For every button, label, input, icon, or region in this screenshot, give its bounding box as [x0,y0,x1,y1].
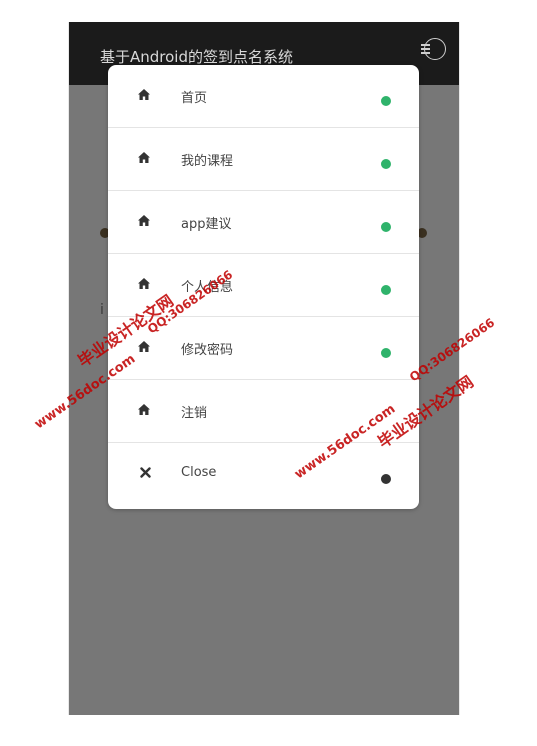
status-dot [381,348,391,358]
home-icon [138,152,152,166]
home-icon [138,215,152,229]
navigation-menu-dialog: 首页 我的课程 app建议 个人信息 修改密码 注销 Close [108,65,419,509]
menu-item-label: 首页 [181,91,208,106]
status-dot [381,222,391,232]
home-icon [138,89,152,103]
menu-item-label: 修改密码 [181,343,234,358]
menu-item-home[interactable]: 首页 [108,65,419,128]
menu-item-label: 我的课程 [181,154,234,169]
home-icon [138,404,152,418]
background-text: i [100,302,104,318]
status-dot [381,96,391,106]
status-dot [381,159,391,169]
status-dot [381,474,391,484]
home-icon [138,278,152,292]
menu-item-label: app建议 [181,217,232,232]
menu-item-app-suggestion[interactable]: app建议 [108,191,419,254]
menu-item-close[interactable]: Close [108,443,419,508]
status-dot [381,285,391,295]
menu-item-my-courses[interactable]: 我的课程 [108,128,419,191]
menu-item-label: Close [181,465,217,480]
app-title: 基于Android的签到点名系统 [100,48,293,66]
menu-toggle-button[interactable] [421,38,446,60]
close-icon [138,467,152,481]
menu-item-label: 注销 [181,406,208,421]
home-icon [138,341,152,355]
